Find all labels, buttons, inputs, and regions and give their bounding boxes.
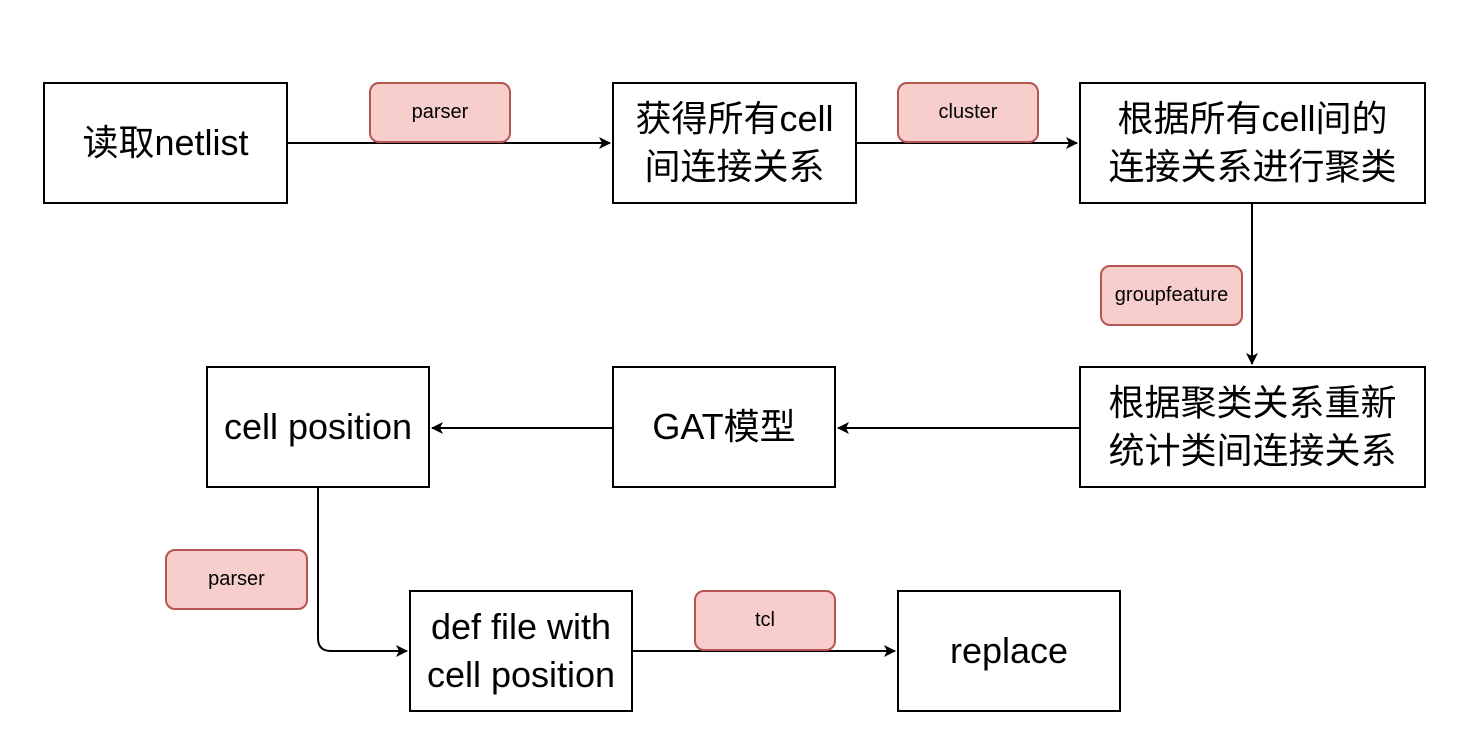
node-replace: replace <box>897 590 1121 712</box>
node-text: 获得所有cell <box>635 98 834 139</box>
node-text: 读取netlist <box>82 122 249 163</box>
node-get-connections: 获得所有cell 间连接关系 <box>612 82 857 204</box>
node-def-file: def file with cell position <box>409 590 633 712</box>
node-text: 统计类间连接关系 <box>1108 430 1397 471</box>
node-read-netlist: 读取netlist <box>43 82 288 204</box>
node-text: cell position <box>426 654 616 695</box>
edge-label-tcl: tcl <box>694 590 836 651</box>
node-text: 连接关系进行聚类 <box>1108 146 1397 187</box>
node-text: GAT模型 <box>652 406 796 447</box>
edge-label-parser-2: parser <box>165 549 308 610</box>
node-gat-model: GAT模型 <box>612 366 836 488</box>
node-text: 根据所有cell间的 <box>1117 98 1388 139</box>
edge-label-cluster: cluster <box>897 82 1039 143</box>
node-text: replace <box>949 630 1069 671</box>
node-text: cell position <box>223 406 413 447</box>
node-cell-position: cell position <box>206 366 430 488</box>
node-text: 间连接关系 <box>644 146 825 187</box>
node-cluster-by-connections: 根据所有cell间的 连接关系进行聚类 <box>1079 82 1426 204</box>
node-recount-connections: 根据聚类关系重新 统计类间连接关系 <box>1079 366 1426 488</box>
node-text: 根据聚类关系重新 <box>1108 382 1397 423</box>
node-text: def file with <box>430 606 612 647</box>
edge-position-to-def <box>317 488 408 657</box>
edge-label-parser: parser <box>369 82 511 143</box>
edge-label-groupfeature: groupfeature <box>1100 265 1243 326</box>
